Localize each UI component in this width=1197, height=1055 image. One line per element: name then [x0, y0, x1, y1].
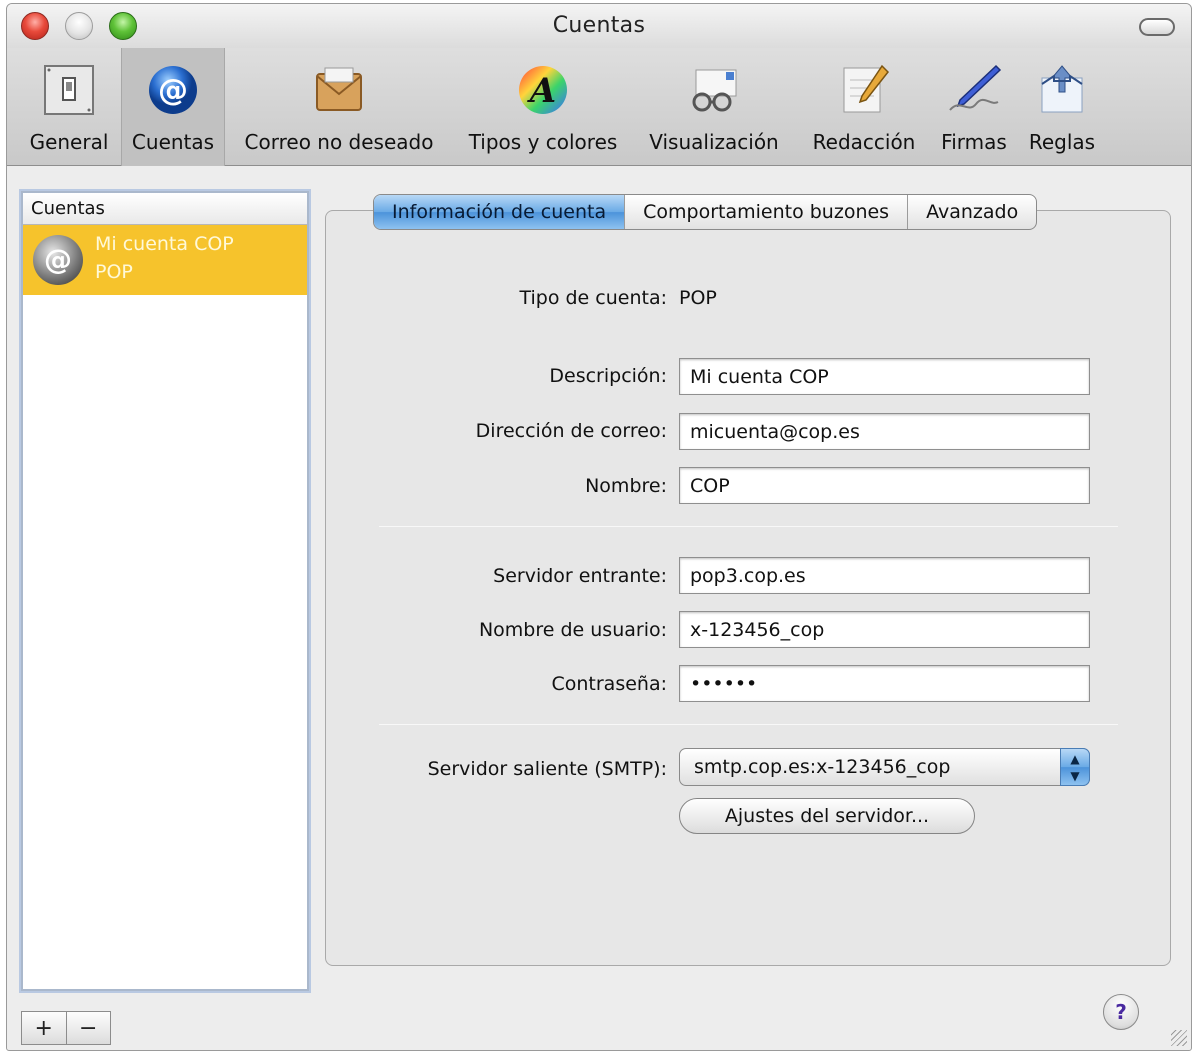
account-type-label: Tipo de cuenta: [519, 287, 667, 309]
tab-bar: Información de cuenta Comportamiento buz… [373, 194, 1038, 230]
description-field[interactable] [679, 358, 1090, 395]
light-switch-icon [41, 62, 97, 118]
fonts-colors-icon: A [515, 62, 571, 118]
toolbar-item-rules[interactable]: Reglas [1019, 48, 1105, 166]
add-account-button[interactable]: + [22, 1012, 66, 1044]
preferences-window: Cuentas General @ Cuentas Correo no dese… [6, 3, 1192, 1051]
toolbar-item-fonts[interactable]: A Tipos y colores [453, 48, 633, 166]
toolbar-label: Reglas [1028, 130, 1096, 154]
description-label: Descripción: [549, 365, 667, 387]
toolbar-item-composing[interactable]: Redacción [801, 48, 927, 166]
svg-text:A: A [527, 71, 556, 111]
toolbar-label: Correo no deseado [244, 130, 434, 154]
password-field[interactable] [679, 665, 1090, 702]
toolbar-label: Visualización [649, 130, 779, 154]
pencil-icon [836, 62, 892, 118]
separator [379, 526, 1118, 527]
svg-text:@: @ [158, 73, 188, 108]
window-title: Cuentas [552, 13, 646, 38]
toolbar-label: Firmas [941, 130, 1007, 154]
smtp-label: Servidor saliente (SMTP): [427, 758, 667, 780]
toolbar-label: General [29, 130, 109, 154]
toolbar-label: Tipos y colores [468, 130, 618, 154]
up-down-arrows-icon: ▲ ▼ [1060, 748, 1090, 786]
password-label: Contraseña: [551, 673, 667, 695]
incoming-server-label: Servidor entrante: [493, 565, 667, 587]
account-type-value: POP [679, 287, 717, 309]
help-button[interactable]: ? [1103, 994, 1139, 1030]
tab-mailbox-behaviors[interactable]: Comportamiento buzones [624, 195, 907, 229]
server-settings-button[interactable]: Ajustes del servidor... [679, 798, 975, 834]
toolbar-label: Cuentas [131, 130, 215, 154]
separator [379, 724, 1118, 725]
toolbar-item-cuentas[interactable]: @ Cuentas [121, 48, 225, 166]
tab-advanced[interactable]: Avanzado [907, 195, 1036, 229]
toolbar-label: Redacción [812, 130, 916, 154]
email-label: Dirección de correo: [475, 420, 667, 442]
name-field[interactable] [679, 467, 1090, 504]
junk-mail-icon [311, 62, 367, 118]
accounts-list[interactable]: Cuentas @ Mi cuenta COP POP [21, 191, 309, 991]
account-name: Mi cuenta COP [95, 233, 234, 255]
account-type: POP [95, 261, 133, 283]
incoming-server-field[interactable] [679, 557, 1090, 594]
list-item[interactable]: @ Mi cuenta COP POP [23, 225, 307, 295]
email-field[interactable] [679, 413, 1090, 450]
title-bar[interactable]: Cuentas [7, 4, 1191, 48]
tab-account-info[interactable]: Información de cuenta [374, 195, 625, 229]
smtp-server-popup[interactable]: smtp.cop.es:x-123456_cop ▲ ▼ [679, 748, 1090, 786]
glasses-icon [686, 62, 742, 118]
at-sign-icon: @ [33, 235, 83, 285]
toolbar: General @ Cuentas Correo no deseado A Ti… [7, 48, 1191, 166]
toolbar-item-junk[interactable]: Correo no deseado [229, 48, 449, 166]
accounts-list-header: Cuentas [23, 193, 307, 225]
add-remove-control: + − [21, 1011, 111, 1045]
toolbar-item-general[interactable]: General [19, 48, 119, 166]
pen-signature-icon [946, 62, 1002, 118]
toolbar-toggle-button[interactable] [1139, 18, 1175, 36]
toolbar-item-viewing[interactable]: Visualización [639, 48, 789, 166]
resize-grip-icon[interactable] [1171, 1030, 1187, 1046]
toolbar-item-signatures[interactable]: Firmas [931, 48, 1017, 166]
smtp-server-value: smtp.cop.es:x-123456_cop [694, 756, 951, 778]
at-sign-icon: @ [145, 62, 201, 118]
name-label: Nombre: [585, 475, 667, 497]
username-field[interactable] [679, 611, 1090, 648]
username-label: Nombre de usuario: [478, 619, 667, 641]
remove-account-button[interactable]: − [65, 1012, 111, 1044]
rules-arrows-icon [1034, 62, 1090, 118]
